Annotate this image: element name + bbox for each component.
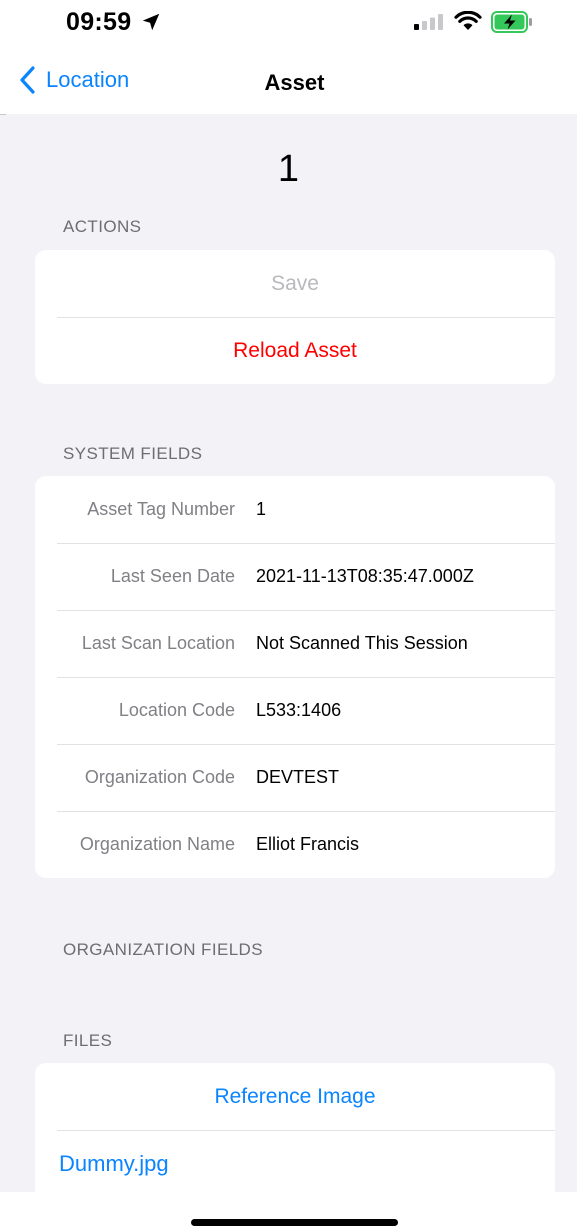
field-value: 2021-11-13T08:35:47.000Z xyxy=(256,566,474,586)
field-label: Organization Code xyxy=(84,767,235,787)
field-row-asset-tag-number: Asset Tag Number 1 xyxy=(35,476,555,543)
field-value: Elliot Francis xyxy=(256,834,360,854)
field-value: L533:1406 xyxy=(256,700,342,720)
navigation-bar: Location Asset xyxy=(0,52,577,115)
asset-heading: 1 xyxy=(277,148,300,190)
actions-card: Save Reload Asset xyxy=(35,250,555,384)
field-label: Location Code xyxy=(118,700,235,720)
wifi-icon xyxy=(454,11,482,30)
files-card: Reference Image Dummy.jpg xyxy=(35,1063,555,1192)
save-button-label: Save xyxy=(271,271,319,295)
field-row-last-scan-location: Last Scan Location Not Scanned This Sess… xyxy=(35,610,555,677)
file-name: Dummy.jpg xyxy=(59,1150,169,1176)
field-row-last-seen-date: Last Seen Date 2021-11-13T08:35:47.000Z xyxy=(35,543,555,610)
status-time: 09:59 xyxy=(66,8,132,36)
location-arrow-icon xyxy=(142,13,160,31)
save-button[interactable]: Save xyxy=(35,250,555,317)
system-fields-card: Asset Tag Number 1 Last Seen Date 2021-1… xyxy=(35,476,555,878)
section-header-organization-fields: ORGANIZATION FIELDS xyxy=(63,940,263,959)
status-bar: 09:59 xyxy=(0,0,577,52)
field-row-organization-name: Organization Name Elliot Francis xyxy=(35,811,555,878)
field-row-organization-code: Organization Code DEVTEST xyxy=(35,744,555,811)
field-label: Organization Name xyxy=(79,834,235,854)
field-row-location-code: Location Code L533:1406 xyxy=(35,677,555,744)
section-header-actions: ACTIONS xyxy=(63,217,142,236)
reference-image-link[interactable]: Reference Image xyxy=(35,1063,555,1130)
section-header-files: FILES xyxy=(63,1031,113,1050)
home-indicator[interactable] xyxy=(191,1219,398,1226)
field-label: Last Scan Location xyxy=(81,633,235,653)
field-value: Not Scanned This Session xyxy=(256,633,468,653)
reference-image-label: Reference Image xyxy=(214,1084,376,1108)
reload-asset-button-label: Reload Asset xyxy=(233,338,357,362)
section-header-system-fields: SYSTEM FIELDS xyxy=(63,444,203,463)
field-label: Asset Tag Number xyxy=(87,499,235,519)
field-value: 1 xyxy=(256,499,267,519)
file-link-dummy-jpg[interactable]: Dummy.jpg xyxy=(35,1130,555,1192)
battery-charging-icon xyxy=(491,11,532,33)
page-title: Asset xyxy=(264,70,325,95)
field-label: Last Seen Date xyxy=(110,566,235,586)
cellular-signal-icon xyxy=(414,14,443,30)
reload-asset-button[interactable]: Reload Asset xyxy=(35,317,555,384)
field-value: DEVTEST xyxy=(256,767,340,787)
